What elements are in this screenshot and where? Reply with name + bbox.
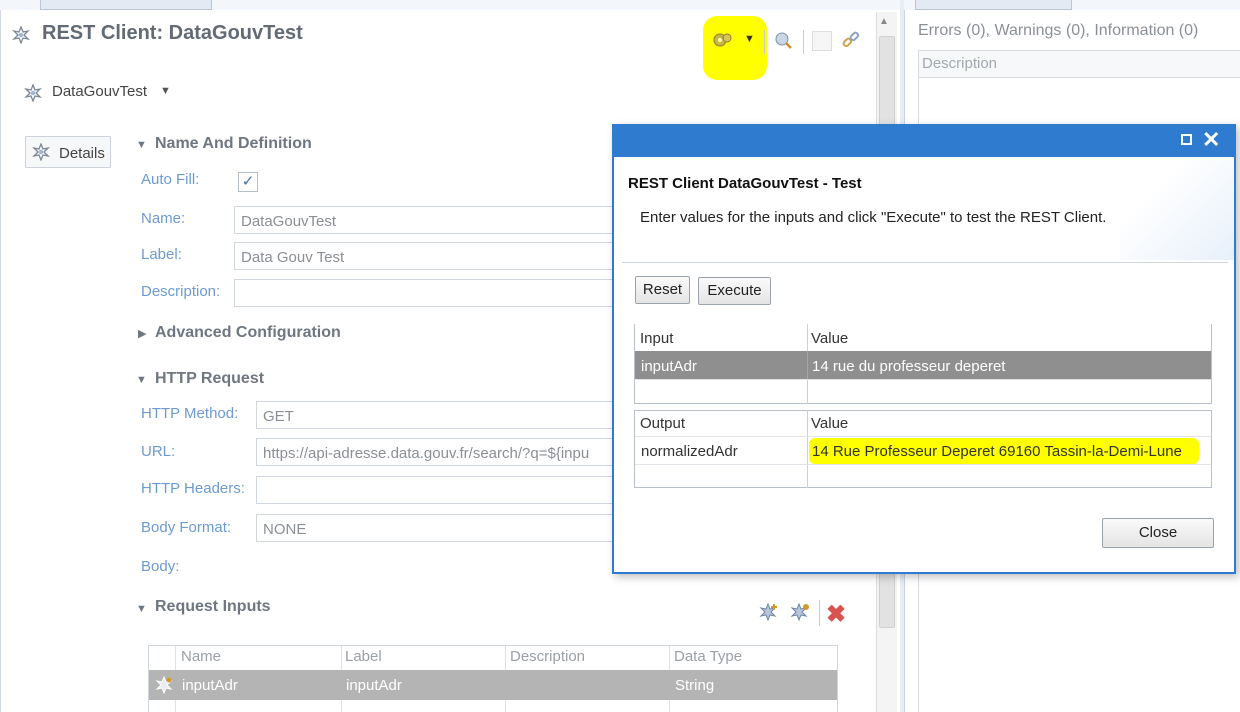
rest-client-icon xyxy=(32,142,50,162)
body-label: Body: xyxy=(141,558,180,575)
table-cell-label: inputAdr xyxy=(346,677,402,694)
scroll-up-icon[interactable]: ▲ xyxy=(879,16,889,27)
divider xyxy=(635,436,1211,437)
execute-button[interactable]: Execute xyxy=(698,277,771,305)
toolbar-separator xyxy=(803,30,804,54)
label-field[interactable]: Data Gouv Test xyxy=(234,242,614,270)
dialog-header-decoration xyxy=(1120,160,1234,260)
toolbar-separator xyxy=(764,30,765,54)
column-header-name[interactable]: Name xyxy=(181,648,221,665)
toolbar-separator xyxy=(819,600,820,626)
column-header-label[interactable]: Label xyxy=(345,648,382,665)
close-icon[interactable]: ✕ xyxy=(1202,127,1220,153)
divider xyxy=(622,262,1228,263)
problems-status: Errors (0), Warnings (0), Information (0… xyxy=(918,22,1199,39)
editor-title: REST Client: DataGouvTest xyxy=(42,22,303,44)
expanded-triangle-icon[interactable]: ▼ xyxy=(136,374,147,386)
column-header-output: Output xyxy=(640,415,686,432)
name-label: Name: xyxy=(141,210,186,227)
auto-fill-checkbox[interactable]: ✓ xyxy=(238,172,258,192)
details-tab-label: Details xyxy=(59,145,105,162)
url-field[interactable]: https://api-adresse.data.gouv.fr/search/… xyxy=(256,438,614,466)
rest-client-icon xyxy=(24,83,42,108)
column-header-description[interactable]: Description xyxy=(510,648,585,665)
link-icon[interactable] xyxy=(840,30,860,48)
expanded-triangle-icon[interactable]: ▼ xyxy=(136,139,147,151)
expanded-triangle-icon[interactable]: ▼ xyxy=(136,603,147,615)
add-input-icon[interactable] xyxy=(758,602,777,622)
maximize-icon[interactable] xyxy=(1181,134,1192,145)
column-divider xyxy=(807,410,808,488)
divider xyxy=(635,379,1211,380)
table-row[interactable] xyxy=(149,670,837,700)
disabled-icon xyxy=(812,31,832,51)
test-gear-icon[interactable] xyxy=(712,30,732,48)
section-http-request[interactable]: HTTP Request xyxy=(155,370,264,388)
column-header-description: Description xyxy=(922,55,998,72)
chevron-down-icon[interactable]: ▼ xyxy=(744,33,755,45)
close-button[interactable]: Close xyxy=(1102,518,1214,548)
client-selector[interactable]: DataGouvTest xyxy=(52,83,147,100)
table-cell-data-type: String xyxy=(675,677,715,694)
editor-tab[interactable] xyxy=(40,0,212,10)
name-field[interactable]: DataGouvTest xyxy=(234,206,614,234)
section-advanced-configuration[interactable]: Advanced Configuration xyxy=(155,324,341,342)
body-format-field[interactable]: NONE xyxy=(256,514,614,542)
column-header-data-type[interactable]: Data Type xyxy=(674,648,742,665)
section-name-and-definition[interactable]: Name And Definition xyxy=(155,135,312,153)
http-method-label: HTTP Method: xyxy=(141,405,239,422)
http-headers-label: HTTP Headers: xyxy=(141,480,245,497)
reset-button[interactable]: Reset xyxy=(635,276,690,304)
description-label: Description: xyxy=(141,283,221,300)
column-divider xyxy=(807,351,808,379)
description-field[interactable] xyxy=(234,279,614,307)
input-name-cell: inputAdr xyxy=(641,358,697,375)
column-header-input: Input xyxy=(640,330,674,347)
input-row-icon xyxy=(155,675,173,695)
divider xyxy=(635,464,1211,465)
section-request-inputs[interactable]: Request Inputs xyxy=(155,598,271,616)
http-method-field[interactable]: GET xyxy=(256,401,614,429)
dialog-title: REST Client DataGouvTest - Test xyxy=(628,175,862,192)
dialog-message: Enter values for the inputs and click "E… xyxy=(640,209,1107,226)
auto-fill-label: Auto Fill: xyxy=(141,171,200,188)
collapsed-triangle-icon[interactable]: ▶ xyxy=(138,327,146,340)
chevron-down-icon[interactable]: ▼ xyxy=(160,85,171,97)
input-value-cell[interactable]: 14 rue du professeur deperet xyxy=(812,358,1005,375)
delete-icon[interactable]: ✖ xyxy=(826,600,846,629)
rest-client-icon xyxy=(12,25,30,45)
url-label: URL: xyxy=(141,443,176,460)
label-label: Label: xyxy=(141,246,182,263)
body-format-label: Body Format: xyxy=(141,519,232,536)
column-header-value: Value xyxy=(811,330,849,347)
problems-tab[interactable] xyxy=(915,0,1072,10)
output-value-cell: 14 Rue Professeur Deperet 69160 Tassin-l… xyxy=(812,443,1182,460)
add-input-icon[interactable] xyxy=(789,602,809,622)
dialog-titlebar[interactable] xyxy=(614,126,1234,157)
output-name-cell: normalizedAdr xyxy=(641,443,738,460)
table-cell-name: inputAdr xyxy=(182,677,238,694)
refresh-icon[interactable] xyxy=(773,30,792,49)
http-headers-field[interactable] xyxy=(256,476,614,504)
column-header-value: Value xyxy=(811,415,849,432)
